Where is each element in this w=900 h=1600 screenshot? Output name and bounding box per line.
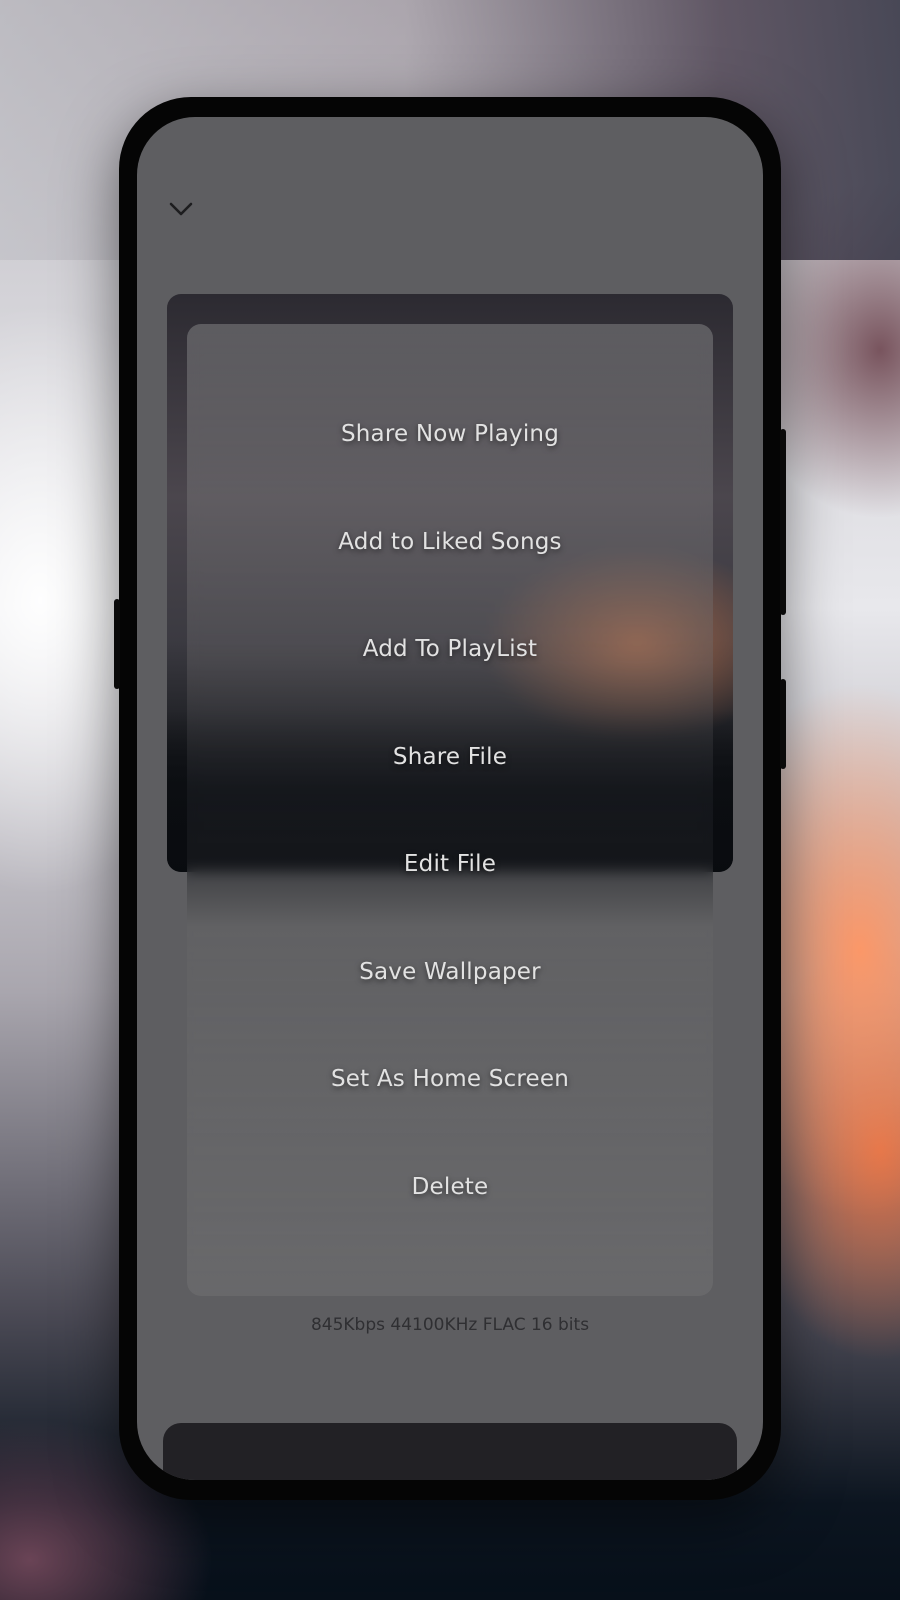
- menu-item-set-as-home-screen[interactable]: Set As Home Screen: [187, 1049, 713, 1109]
- menu-item-share-file[interactable]: Share File: [187, 727, 713, 787]
- phone-frame: Share Now Playing Add to Liked Songs Add…: [114, 97, 786, 1500]
- menu-item-share-now-playing[interactable]: Share Now Playing: [187, 404, 713, 464]
- phone-screen: Share Now Playing Add to Liked Songs Add…: [137, 117, 763, 1480]
- bottom-player-panel: [163, 1423, 737, 1480]
- phone-side-button: [114, 599, 120, 689]
- collapse-button[interactable]: [161, 189, 201, 229]
- menu-item-edit-file[interactable]: Edit File: [187, 834, 713, 894]
- chevron-down-icon: [169, 202, 193, 216]
- menu-item-save-wallpaper[interactable]: Save Wallpaper: [187, 942, 713, 1002]
- options-menu: Share Now Playing Add to Liked Songs Add…: [187, 324, 713, 1296]
- menu-item-add-to-playlist[interactable]: Add To PlayList: [187, 619, 713, 679]
- audio-format-info: 845Kbps 44100KHz FLAC 16 bits: [310, 1315, 590, 1335]
- menu-item-delete[interactable]: Delete: [187, 1157, 713, 1217]
- phone-volume-button: [780, 429, 786, 615]
- phone-power-button: [780, 679, 786, 769]
- menu-item-add-to-liked-songs[interactable]: Add to Liked Songs: [187, 512, 713, 572]
